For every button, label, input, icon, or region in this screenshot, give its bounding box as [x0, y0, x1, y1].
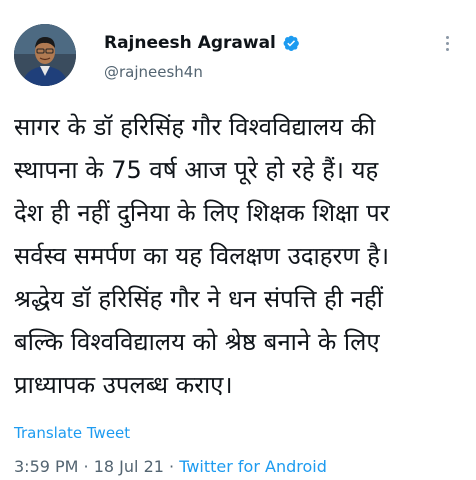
tweet-line: श्रद्धेय डॉ हरिसिंह गौर ने धन संपत्ति ही…	[14, 285, 383, 313]
verified-badge-icon	[283, 35, 299, 52]
author-display-name[interactable]: Rajneesh Agrawal	[104, 33, 276, 53]
author-name-row[interactable]: Rajneesh Agrawal	[104, 33, 300, 53]
tweet-text: सागर के डॉ हरिसिंह गौर विश्वविद्यालय की …	[14, 106, 469, 407]
author-handle[interactable]: @rajneesh4n	[104, 63, 203, 81]
more-vertical-icon[interactable]	[440, 36, 454, 58]
meta-separator: ·	[163, 457, 180, 476]
tweet-line: देश ही नहीं दुनिया के लिए शिक्षक शिक्षा …	[14, 199, 390, 227]
tweet-line: सर्वस्व समर्पण का यह विलक्षण उदाहरण है।	[14, 242, 390, 270]
avatar[interactable]	[14, 24, 76, 86]
profile-photo-icon	[14, 24, 76, 86]
tweet-line: बल्कि विश्वविद्यालय को श्रेष्ठ बनाने के …	[14, 328, 380, 356]
tweet-date[interactable]: 18 Jul 21	[94, 457, 164, 476]
tweet-line: स्थापना के 75 वर्ष आज पूरे हो रहे हैं। य…	[14, 156, 379, 184]
translate-tweet-link[interactable]: Translate Tweet	[14, 424, 130, 442]
tweet-source-link[interactable]: Twitter for Android	[179, 457, 327, 476]
tweet-meta: 3:59 PM · 18 Jul 21 · Twitter for Androi…	[14, 457, 327, 476]
tweet-time[interactable]: 3:59 PM	[14, 457, 78, 476]
tweet-line: प्राध्यापक उपलब्ध कराए।	[14, 371, 233, 399]
meta-separator: ·	[78, 457, 94, 476]
tweet-line: सागर के डॉ हरिसिंह गौर विश्वविद्यालय की	[14, 113, 376, 141]
